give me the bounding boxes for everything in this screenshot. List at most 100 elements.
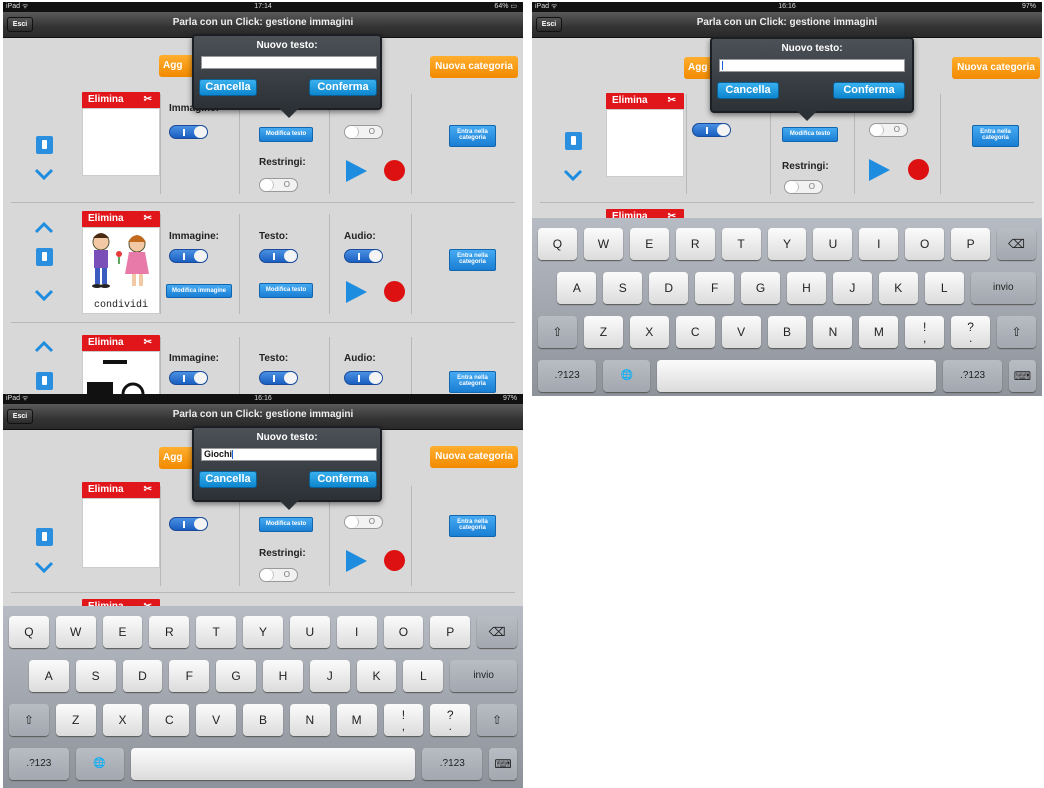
new-text-input[interactable] bbox=[201, 56, 377, 69]
record-icon[interactable] bbox=[384, 160, 405, 181]
new-category-button[interactable]: Nuova categoria bbox=[430, 446, 518, 468]
record-icon[interactable] bbox=[384, 550, 405, 571]
key-a[interactable]: A bbox=[28, 660, 69, 692]
key-n[interactable]: N bbox=[813, 316, 853, 348]
key-y[interactable]: Y bbox=[243, 616, 283, 648]
key-q[interactable]: Q bbox=[538, 228, 577, 260]
key-c[interactable]: C bbox=[149, 704, 190, 736]
text-toggle[interactable] bbox=[259, 249, 298, 263]
globe-icon[interactable]: 🌐 bbox=[75, 748, 124, 780]
key-question[interactable]: ?. bbox=[430, 704, 471, 736]
enter-category-button[interactable]: Entra nella categoria bbox=[972, 125, 1019, 147]
record-icon[interactable] bbox=[384, 281, 405, 302]
drag-handle-icon[interactable] bbox=[36, 528, 53, 546]
key-k[interactable]: K bbox=[878, 272, 918, 304]
play-icon[interactable] bbox=[346, 550, 367, 572]
key-f[interactable]: F bbox=[695, 272, 735, 304]
key-s[interactable]: S bbox=[603, 272, 643, 304]
key-d[interactable]: D bbox=[122, 660, 163, 692]
enter-category-button[interactable]: Entra nella categoria bbox=[449, 125, 496, 147]
key-u[interactable]: U bbox=[289, 616, 330, 648]
chevron-up-icon[interactable] bbox=[34, 222, 54, 234]
numbers-key[interactable]: .?123 bbox=[538, 360, 597, 392]
enter-category-button[interactable]: Entra nella categoria bbox=[449, 249, 496, 271]
key-i[interactable]: I bbox=[859, 228, 899, 260]
keyboard-hide-icon[interactable]: ⌨ bbox=[1008, 360, 1036, 392]
shift-icon[interactable]: ⇧ bbox=[477, 704, 517, 736]
cancel-button[interactable]: Cancella bbox=[199, 79, 257, 96]
image-toggle[interactable] bbox=[169, 249, 208, 263]
key-i[interactable]: I bbox=[336, 616, 377, 648]
key-v[interactable]: V bbox=[196, 704, 237, 736]
key-h[interactable]: H bbox=[787, 272, 826, 304]
new-category-button[interactable]: Nuova categoria bbox=[952, 57, 1040, 79]
audio-toggle[interactable]: O bbox=[869, 123, 908, 137]
numbers-key[interactable]: .?123 bbox=[422, 748, 483, 780]
restrict-toggle[interactable]: O bbox=[259, 568, 298, 582]
text-toggle[interactable] bbox=[259, 371, 298, 385]
key-b[interactable]: B bbox=[767, 316, 807, 348]
delete-button[interactable]: Elimina ✂ bbox=[82, 92, 160, 108]
delete-button[interactable]: Elimina ✂ bbox=[82, 211, 160, 227]
key-k[interactable]: K bbox=[356, 660, 397, 692]
enter-category-button[interactable]: Entra nella categoria bbox=[449, 371, 496, 393]
key-b[interactable]: B bbox=[243, 704, 283, 736]
return-key[interactable]: invio bbox=[970, 272, 1036, 304]
cancel-button[interactable]: Cancella bbox=[199, 471, 257, 488]
numbers-key[interactable]: .?123 bbox=[9, 748, 69, 780]
chevron-up-icon[interactable] bbox=[34, 341, 54, 353]
key-v[interactable]: V bbox=[721, 316, 761, 348]
backspace-icon[interactable]: ⌫ bbox=[997, 228, 1036, 260]
shift-icon[interactable]: ⇧ bbox=[538, 316, 577, 348]
audio-toggle[interactable]: O bbox=[344, 125, 383, 139]
play-icon[interactable] bbox=[346, 160, 367, 182]
key-x[interactable]: X bbox=[102, 704, 143, 736]
image-toggle[interactable] bbox=[169, 125, 208, 139]
key-m[interactable]: M bbox=[859, 316, 899, 348]
restrict-toggle[interactable]: O bbox=[259, 178, 298, 192]
new-text-input[interactable] bbox=[719, 59, 905, 72]
key-t[interactable]: T bbox=[196, 616, 237, 648]
drag-handle-icon[interactable] bbox=[565, 132, 582, 150]
image-toggle[interactable] bbox=[169, 517, 208, 531]
confirm-button[interactable]: Conferma bbox=[309, 79, 377, 96]
key-r[interactable]: R bbox=[675, 228, 715, 260]
delete-button[interactable]: Elimina ✂ bbox=[82, 335, 160, 351]
new-category-button[interactable]: Nuova categoria bbox=[430, 56, 518, 78]
key-e[interactable]: E bbox=[102, 616, 143, 648]
key-o[interactable]: O bbox=[905, 228, 945, 260]
key-w[interactable]: W bbox=[583, 228, 623, 260]
key-l[interactable]: L bbox=[403, 660, 444, 692]
chevron-down-icon[interactable] bbox=[34, 561, 54, 573]
edit-image-button[interactable]: Modifica immagine bbox=[166, 284, 232, 298]
globe-icon[interactable]: 🌐 bbox=[603, 360, 651, 392]
key-s[interactable]: S bbox=[75, 660, 116, 692]
key-exclamation[interactable]: !, bbox=[905, 316, 945, 348]
shift-icon[interactable]: ⇧ bbox=[997, 316, 1036, 348]
space-bar[interactable] bbox=[130, 748, 416, 780]
audio-toggle[interactable]: O bbox=[344, 515, 383, 529]
chevron-down-icon[interactable] bbox=[563, 169, 583, 181]
new-text-input[interactable]: Giochi bbox=[201, 448, 377, 461]
audio-toggle[interactable] bbox=[344, 371, 383, 385]
restrict-toggle[interactable]: O bbox=[784, 180, 823, 194]
key-g[interactable]: G bbox=[741, 272, 780, 304]
delete-button[interactable]: Elimina ✂ bbox=[606, 93, 684, 109]
key-h[interactable]: H bbox=[263, 660, 303, 692]
key-m[interactable]: M bbox=[336, 704, 377, 736]
key-exclamation[interactable]: !, bbox=[383, 704, 424, 736]
confirm-button[interactable]: Conferma bbox=[833, 82, 905, 99]
key-y[interactable]: Y bbox=[767, 228, 807, 260]
key-c[interactable]: C bbox=[675, 316, 715, 348]
drag-handle-icon[interactable] bbox=[36, 372, 53, 390]
key-p[interactable]: P bbox=[951, 228, 991, 260]
key-o[interactable]: O bbox=[383, 616, 424, 648]
confirm-button[interactable]: Conferma bbox=[309, 471, 377, 488]
audio-toggle[interactable] bbox=[344, 249, 383, 263]
key-u[interactable]: U bbox=[813, 228, 853, 260]
key-d[interactable]: D bbox=[649, 272, 689, 304]
drag-handle-icon[interactable] bbox=[36, 248, 53, 266]
key-a[interactable]: A bbox=[557, 272, 597, 304]
numbers-key[interactable]: .?123 bbox=[943, 360, 1002, 392]
key-t[interactable]: T bbox=[721, 228, 761, 260]
